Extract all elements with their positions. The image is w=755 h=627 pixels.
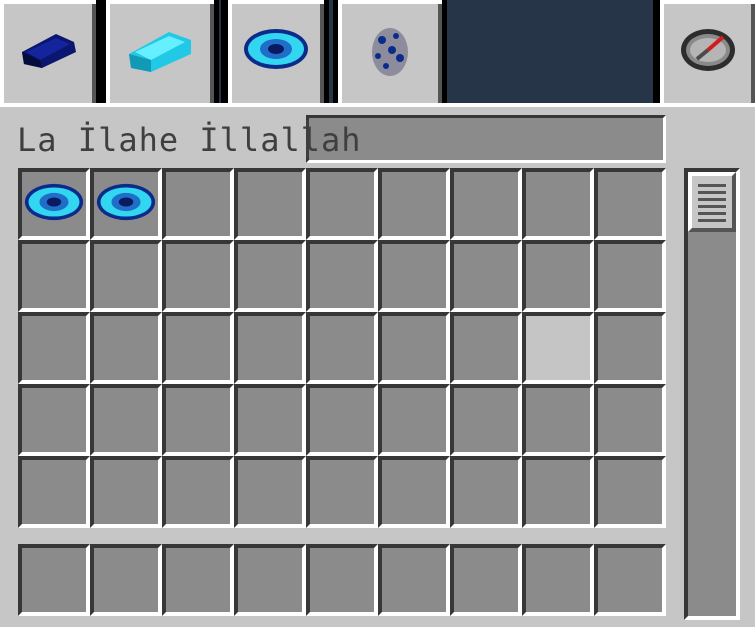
hotbar-slot[interactable] (162, 544, 234, 616)
inventory-slot[interactable] (234, 456, 306, 528)
inventory-slot[interactable] (594, 456, 666, 528)
inventory-slot[interactable] (522, 240, 594, 312)
hotbar-slot[interactable] (450, 544, 522, 616)
inventory-slot[interactable] (90, 168, 162, 240)
compass-icon (679, 27, 737, 77)
hotbar-grid (18, 544, 666, 616)
inventory-slot[interactable] (450, 168, 522, 240)
tab-compass[interactable] (660, 0, 755, 103)
inventory-slot[interactable] (594, 384, 666, 456)
inventory-slot[interactable] (234, 384, 306, 456)
inventory-slot[interactable] (522, 384, 594, 456)
inventory-slot[interactable] (522, 456, 594, 528)
inventory-slot[interactable] (18, 240, 90, 312)
inventory-slot[interactable] (234, 168, 306, 240)
inventory-slot[interactable] (306, 456, 378, 528)
inventory-slot[interactable] (306, 168, 378, 240)
tab-spawn-egg[interactable] (338, 0, 442, 103)
search-label: La İlahe İllallah (17, 121, 362, 159)
inventory-slot[interactable] (234, 240, 306, 312)
hotbar-slot[interactable] (378, 544, 450, 616)
inventory-slot[interactable] (378, 456, 450, 528)
inventory-slot[interactable] (162, 456, 234, 528)
dark-blue-ingot-icon (16, 28, 80, 76)
scrollbar-track[interactable] (684, 168, 740, 620)
inventory-slot[interactable] (450, 240, 522, 312)
inventory-slot[interactable] (306, 384, 378, 456)
inventory-slot[interactable] (378, 240, 450, 312)
blue-eye-disc-icon (22, 182, 86, 226)
inventory-grid (18, 168, 666, 528)
hotbar-slot[interactable] (18, 544, 90, 616)
inventory-slot[interactable] (162, 384, 234, 456)
cyan-ingot-icon (125, 24, 195, 80)
tab-blue-ingot[interactable] (0, 0, 96, 103)
tab-cyan-ingot[interactable] (106, 0, 214, 103)
inventory-slot[interactable] (234, 312, 306, 384)
hotbar-slot[interactable] (306, 544, 378, 616)
inventory-slot[interactable] (378, 312, 450, 384)
inventory-slot[interactable] (162, 168, 234, 240)
inventory-slot[interactable] (162, 312, 234, 384)
blue-eye-disc-icon (242, 27, 310, 75)
spotted-spawn-egg-icon (366, 22, 414, 82)
inventory-slot[interactable] (18, 456, 90, 528)
inventory-slot[interactable] (18, 168, 90, 240)
hotbar-slot[interactable] (594, 544, 666, 616)
inventory-slot[interactable] (594, 312, 666, 384)
hotbar-slot[interactable] (234, 544, 306, 616)
inventory-slot[interactable] (450, 456, 522, 528)
blue-eye-disc-icon (94, 182, 158, 226)
tab-eye[interactable] (228, 0, 324, 116)
inventory-slot[interactable] (18, 312, 90, 384)
inventory-slot[interactable] (522, 312, 594, 384)
inventory-slot[interactable] (378, 168, 450, 240)
inventory-slot[interactable] (450, 384, 522, 456)
inventory-slot[interactable] (90, 384, 162, 456)
inventory-slot[interactable] (378, 384, 450, 456)
hotbar-slot[interactable] (90, 544, 162, 616)
inventory-slot[interactable] (306, 312, 378, 384)
inventory-slot[interactable] (90, 240, 162, 312)
inventory-slot[interactable] (90, 312, 162, 384)
inventory-slot[interactable] (594, 168, 666, 240)
inventory-slot[interactable] (594, 240, 666, 312)
inventory-slot[interactable] (450, 312, 522, 384)
scrollbar-thumb[interactable] (688, 172, 736, 232)
inventory-slot[interactable] (18, 384, 90, 456)
hotbar-slot[interactable] (522, 544, 594, 616)
inventory-slot[interactable] (522, 168, 594, 240)
inventory-slot[interactable] (306, 240, 378, 312)
inventory-slot[interactable] (90, 456, 162, 528)
inventory-slot[interactable] (162, 240, 234, 312)
